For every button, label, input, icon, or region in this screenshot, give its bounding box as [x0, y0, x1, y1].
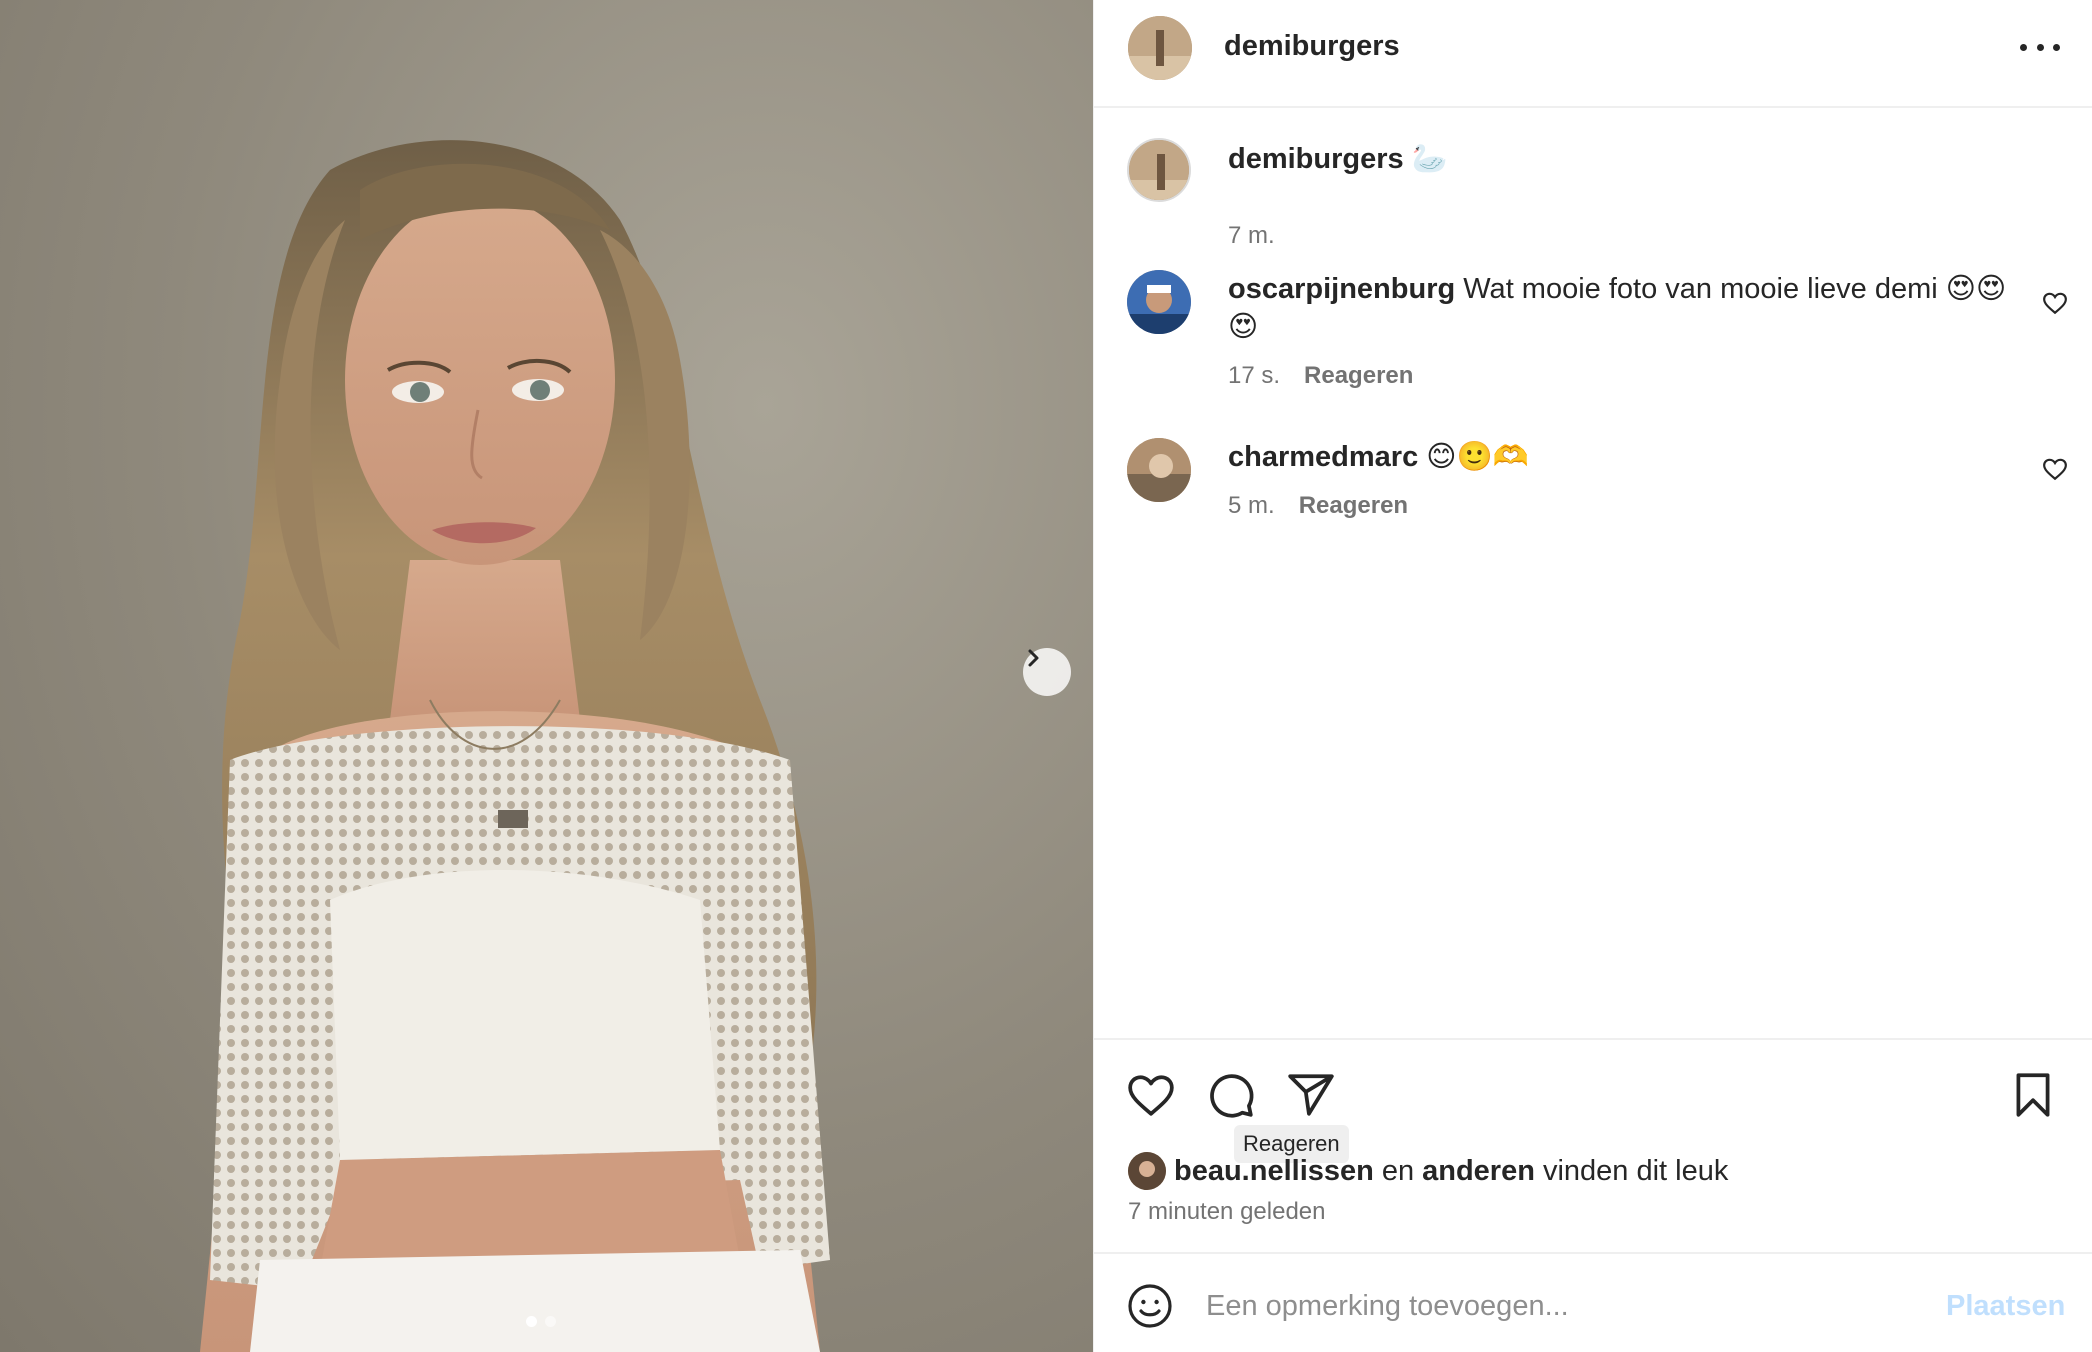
liker-username[interactable]: beau.nellissen [1174, 1155, 1374, 1188]
post-comment-button[interactable]: Plaatsen [1946, 1290, 2065, 1323]
paper-plane-icon[interactable] [1286, 1070, 1336, 1120]
liker-avatar [1128, 1152, 1166, 1190]
bookmark-icon[interactable] [2008, 1070, 2058, 1120]
comment-text: charmedmarc 😊🙂🫶 [1228, 438, 2028, 476]
portrait-photo [200, 140, 830, 1352]
post-photo[interactable] [0, 0, 1093, 1352]
chevron-right-icon [1028, 649, 1039, 667]
comment-input[interactable] [1206, 1278, 1906, 1334]
carousel-dot-active [526, 1316, 537, 1327]
heart-icon[interactable] [1126, 1070, 1176, 1120]
caption-avatar[interactable] [1127, 138, 1191, 202]
likes-summary[interactable]: beau.nellissen en anderen vinden dit leu… [1128, 1152, 1728, 1190]
next-slide-button[interactable] [1023, 648, 1071, 696]
comment-time[interactable]: 5 m. [1228, 492, 1275, 520]
reply-button[interactable]: Reageren [1299, 492, 1408, 520]
carousel-dot [545, 1316, 556, 1327]
comment-time[interactable]: 17 s. [1228, 362, 1280, 390]
comment-like-heart-icon[interactable] [2042, 456, 2068, 482]
likes-others-link[interactable]: anderen [1422, 1155, 1535, 1188]
more-options-icon[interactable] [2020, 34, 2060, 60]
commenter-avatar[interactable] [1127, 438, 1191, 502]
caption-time[interactable]: 7 m. [1228, 222, 1275, 250]
comment-icon[interactable] [1206, 1070, 1256, 1120]
post-side-panel: demiburgers demiburgers 🦢 7 m. oscarpijn… [1093, 0, 2092, 1352]
comment-like-heart-icon[interactable] [2042, 290, 2068, 316]
comment-body: 😊🙂🫶 [1426, 441, 1529, 473]
comment-username[interactable]: charmedmarc [1228, 441, 1418, 473]
post-actions: Reageren beau.nellissen en anderen vinde… [1094, 1038, 2092, 1253]
comment-meta: 5 m. Reageren [1228, 492, 1408, 520]
likes-connector: en [1381, 1154, 1415, 1187]
commenter-avatar[interactable] [1127, 270, 1191, 334]
post-timestamp[interactable]: 7 minuten geleden [1128, 1198, 1325, 1226]
caption-meta: 7 m. [1228, 222, 1275, 250]
post-header: demiburgers [1094, 0, 2092, 108]
author-avatar[interactable] [1128, 16, 1192, 80]
author-username[interactable]: demiburgers [1224, 30, 1400, 63]
caption-username[interactable]: demiburgers [1228, 143, 1404, 175]
carousel-indicator [526, 1316, 556, 1327]
add-comment-bar: Plaatsen [1094, 1252, 2092, 1352]
comment-text: oscarpijnenburg Wat mooie foto van mooie… [1228, 270, 2028, 346]
comment-meta: 17 s. Reageren [1228, 362, 1413, 390]
caption-text: demiburgers 🦢 [1228, 140, 2028, 178]
likes-suffix: vinden dit leuk [1542, 1154, 1729, 1187]
caption-body: 🦢 [1411, 143, 1448, 175]
reply-button[interactable]: Reageren [1304, 362, 1413, 390]
emoji-icon[interactable] [1126, 1282, 1174, 1330]
comment-username[interactable]: oscarpijnenburg [1228, 273, 1455, 305]
